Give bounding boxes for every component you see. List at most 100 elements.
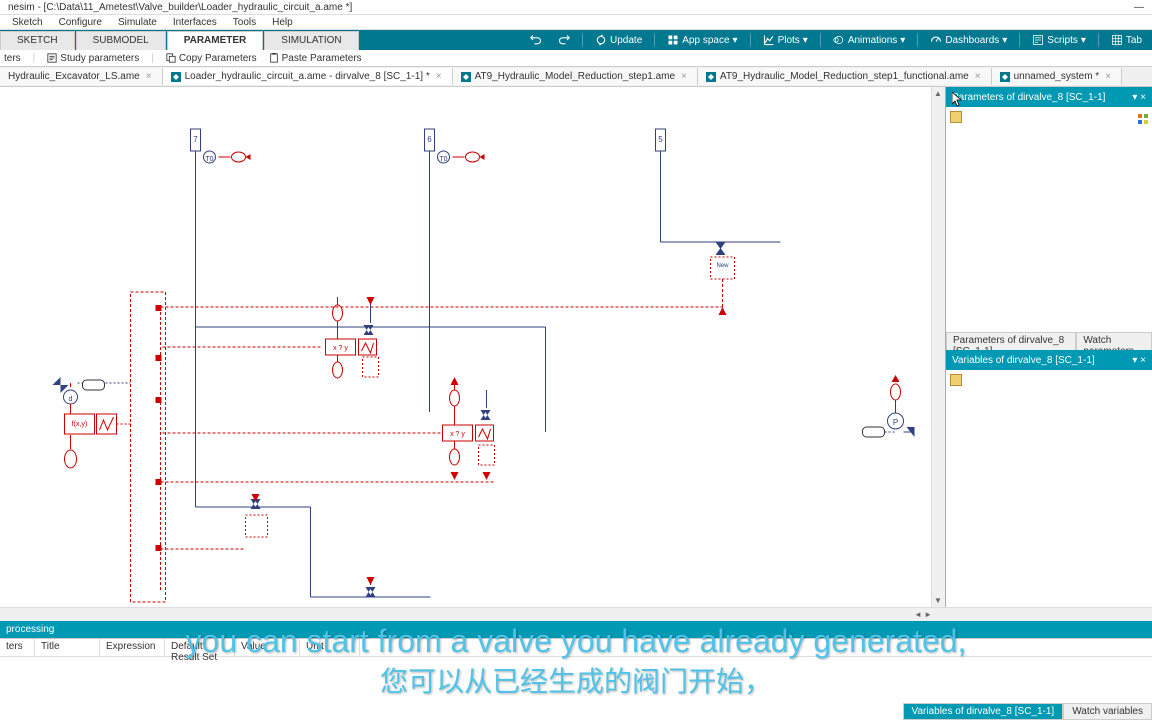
toolbar-right: Update App space ▾ Plots ▾ Animations ▾ …: [524, 30, 1152, 50]
port-5: 5: [656, 129, 666, 242]
grid-icon[interactable]: [1138, 111, 1148, 121]
table-button[interactable]: Tab: [1105, 32, 1148, 48]
svg-text:x ? y: x ? y: [333, 345, 348, 352]
right-panel: Parameters of dirvalve_8 [SC_1-1] ▾ × Pa…: [945, 87, 1152, 607]
divider: [750, 33, 751, 47]
divider: [917, 33, 918, 47]
col-title[interactable]: Title: [35, 639, 100, 656]
tab-parameters[interactable]: Parameters of dirvalve_8 [SC_1-1]: [946, 332, 1076, 350]
menu-help[interactable]: Help: [264, 17, 301, 28]
svg-text:f(x,y): f(x,y): [72, 421, 88, 428]
left-components: d f(x,y): [53, 377, 131, 468]
col-default-result-set[interactable]: Default Result Set: [165, 639, 235, 656]
col-ters[interactable]: ters: [0, 639, 35, 656]
divider: [582, 33, 583, 47]
ters-label: ters: [4, 53, 21, 64]
close-icon[interactable]: ×: [679, 71, 689, 82]
panel-menu-icon[interactable]: ▾ ×: [1132, 355, 1146, 366]
divider: [820, 33, 821, 47]
document-tabs: Hydraulic_Excavator_LS.ame× Loader_hydra…: [0, 67, 1152, 87]
panel-menu-icon[interactable]: ▾ ×: [1132, 92, 1146, 103]
left-bus: [131, 292, 166, 602]
close-icon[interactable]: ×: [1103, 71, 1113, 82]
svg-text:New: New: [716, 263, 729, 269]
appspace-button[interactable]: App space ▾: [661, 32, 743, 48]
close-icon[interactable]: ×: [973, 71, 983, 82]
port-7: 7 T0: [191, 129, 251, 327]
dashboards-button[interactable]: Dashboards ▾: [924, 32, 1013, 48]
divider: [1098, 33, 1099, 47]
panel-tabs-params: Parameters of dirvalve_8 [SC_1-1] Watch …: [946, 332, 1152, 350]
redo-button[interactable]: [552, 32, 576, 48]
update-button[interactable]: Update: [589, 32, 648, 48]
minimize-button[interactable]: —: [1134, 2, 1144, 13]
divider: [1019, 33, 1020, 47]
divider: [654, 33, 655, 47]
scripts-button[interactable]: Scripts ▾: [1026, 32, 1092, 48]
scrollbar-horizontal[interactable]: ◄ ►: [0, 607, 1152, 621]
paste-parameters-button[interactable]: Paste Parameters: [269, 53, 362, 64]
doc-tab-3[interactable]: AT9_Hydraulic_Model_Reduction_step1_func…: [698, 68, 992, 85]
panel-body-parameters[interactable]: [946, 107, 1152, 332]
canvas-area[interactable]: 7 T0 6 T0 5: [0, 87, 931, 607]
svg-text:6: 6: [427, 135, 432, 144]
valve-right: New: [161, 242, 781, 315]
svg-text:7: 7: [193, 135, 198, 144]
panel-header-variables: Variables of dirvalve_8 [SC_1-1] ▾ ×: [946, 350, 1152, 370]
main-area: 7 T0 6 T0 5: [0, 87, 1152, 607]
window-controls: —: [1134, 2, 1144, 13]
scrollbar-vertical[interactable]: [931, 87, 945, 607]
tree-root-icon[interactable]: [950, 374, 962, 386]
svg-text:d: d: [69, 396, 73, 403]
tab-simulation[interactable]: SIMULATION: [264, 31, 358, 50]
svg-text:T0: T0: [205, 156, 213, 163]
svg-text:T0: T0: [439, 156, 447, 163]
svg-text:x ? y: x ? y: [450, 431, 465, 438]
doc-tab-0[interactable]: Hydraulic_Excavator_LS.ame×: [0, 68, 163, 85]
tab-sketch[interactable]: SKETCH: [0, 31, 75, 50]
animations-button[interactable]: Animations ▾: [827, 32, 912, 48]
panel-header-parameters: Parameters of dirvalve_8 [SC_1-1] ▾ ×: [946, 87, 1152, 107]
close-icon[interactable]: ×: [144, 71, 154, 82]
menu-configure[interactable]: Configure: [51, 17, 110, 28]
pressure-right: P: [863, 375, 915, 437]
mode-tabs-row: SKETCH SUBMODEL PARAMETER SIMULATION Upd…: [0, 30, 1152, 50]
menu-tools[interactable]: Tools: [225, 17, 264, 28]
processing-bar: processing: [0, 621, 1152, 638]
col-unit[interactable]: Unit: [300, 639, 360, 656]
plots-button[interactable]: Plots ▾: [757, 32, 814, 48]
title-bar: nesim - [C:\Data\11_Ametest\Valve_builde…: [0, 0, 1152, 15]
copy-parameters-button[interactable]: Copy Parameters: [166, 53, 257, 64]
bottom-tabs: Variables of dirvalve_8 [SC_1-1] Watch v…: [903, 703, 1152, 720]
study-parameters-button[interactable]: Study parameters: [47, 53, 139, 64]
tree-root-icon[interactable]: [950, 111, 962, 123]
menu-sketch[interactable]: Sketch: [4, 17, 51, 28]
valve-group-1: x ? y: [161, 297, 379, 378]
col-expression[interactable]: Expression: [100, 639, 165, 656]
svg-text:5: 5: [658, 135, 663, 144]
bottom-table-header: ters Title Expression Default Result Set…: [0, 639, 1152, 657]
close-icon[interactable]: ×: [434, 71, 444, 82]
tab-watch-variables[interactable]: Watch variables: [1063, 703, 1152, 720]
doc-tab-4[interactable]: unnamed_system *×: [992, 68, 1122, 85]
panel-body-variables[interactable]: [946, 370, 1152, 390]
svg-text:P: P: [893, 418, 898, 427]
doc-tab-2[interactable]: AT9_Hydraulic_Model_Reduction_step1.ame×: [453, 68, 698, 85]
panel-empty: [946, 390, 1152, 607]
menu-simulate[interactable]: Simulate: [110, 17, 165, 28]
doc-tab-1[interactable]: Loader_hydraulic_circuit_a.ame - dirvalv…: [163, 68, 453, 85]
port-6: 6 T0: [425, 129, 485, 412]
tab-parameter[interactable]: PARAMETER: [167, 31, 264, 50]
bottom-merge: [311, 577, 431, 597]
col-value[interactable]: Value: [235, 639, 300, 656]
schematic-diagram: 7 T0 6 T0 5: [0, 87, 931, 607]
bottom-panel: ters Title Expression Default Result Set…: [0, 638, 1152, 684]
sub-toolbar: ters | Study parameters | Copy Parameter…: [0, 50, 1152, 67]
menu-interfaces[interactable]: Interfaces: [165, 17, 225, 28]
undo-button[interactable]: [524, 32, 548, 48]
tab-submodel[interactable]: SUBMODEL: [76, 31, 166, 50]
tab-watch-parameters[interactable]: Watch parameters: [1076, 332, 1152, 350]
valve-lower-left: [161, 327, 311, 597]
menu-bar: Sketch Configure Simulate Interfaces Too…: [0, 15, 1152, 30]
tab-variables[interactable]: Variables of dirvalve_8 [SC_1-1]: [903, 703, 1064, 720]
